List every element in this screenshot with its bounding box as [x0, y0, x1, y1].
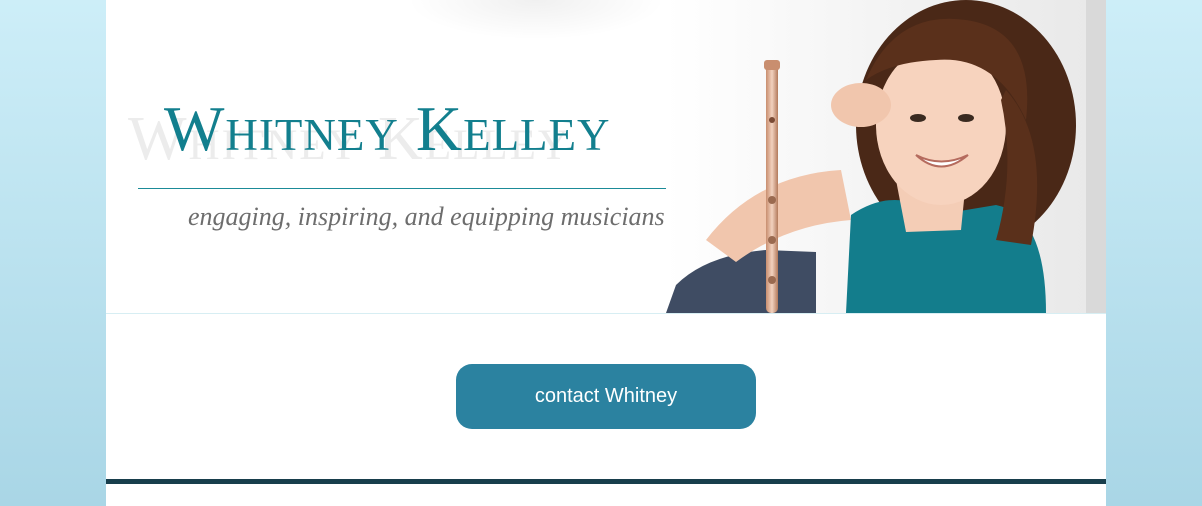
site-logo-title[interactable]: Whitney Kelley [164, 92, 611, 166]
logo-divider [138, 188, 705, 189]
footer-divider-bar [106, 479, 1106, 484]
site-tagline: engaging, inspiring, and equipping music… [188, 202, 665, 231]
decorative-swirl [406, 0, 666, 40]
page-container: Whitney Kelley Whitney Kelley engaging, … [106, 0, 1106, 506]
hero-photo [666, 0, 1106, 313]
banner-divider [106, 313, 1106, 314]
contact-whitney-button[interactable]: contact Whitney [456, 364, 756, 429]
header-banner: Whitney Kelley Whitney Kelley engaging, … [106, 0, 1106, 313]
